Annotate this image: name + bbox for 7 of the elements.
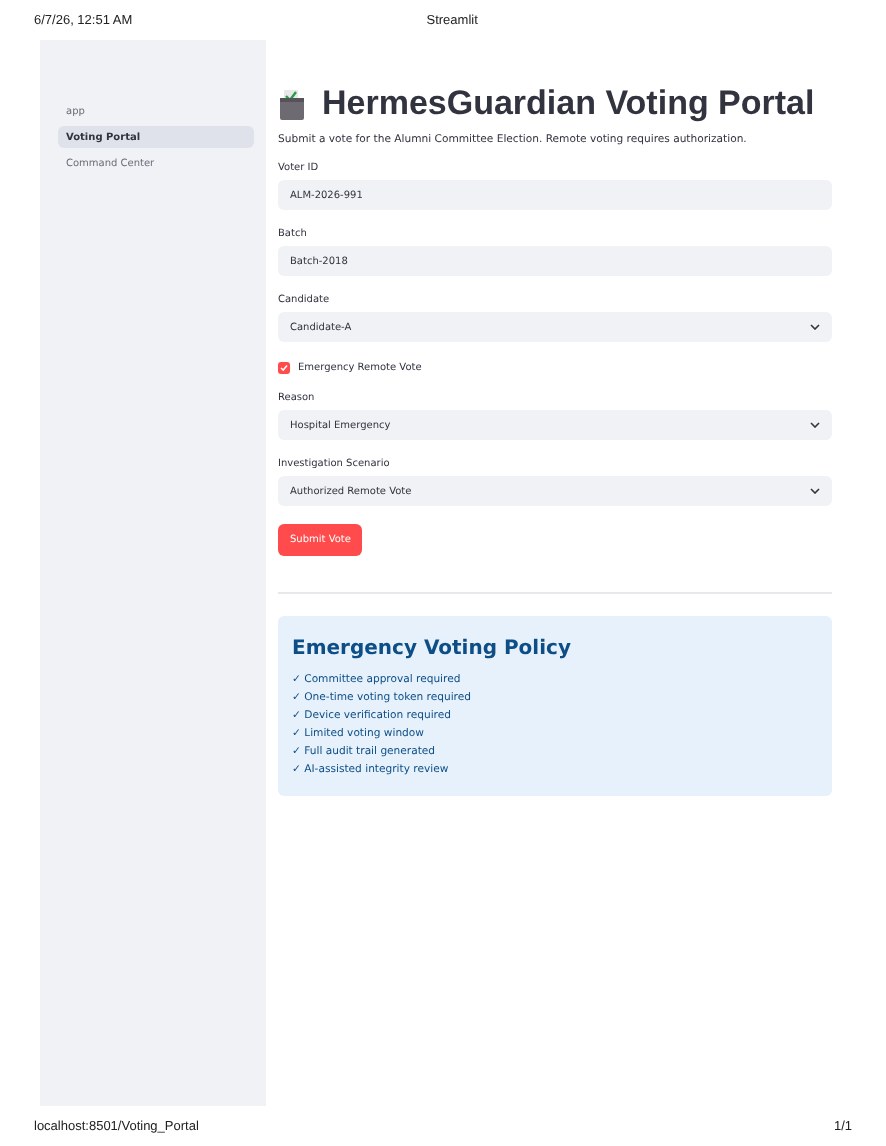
chevron-down-icon <box>810 324 820 330</box>
chevron-down-icon <box>810 422 820 428</box>
checkbox[interactable] <box>278 362 290 374</box>
chevron-down-icon <box>810 488 820 494</box>
policy-title: Emergency Voting Policy <box>292 638 573 660</box>
ballot-box-icon <box>278 89 306 119</box>
page-title: HermesGuardian Voting Portal <box>322 84 815 124</box>
